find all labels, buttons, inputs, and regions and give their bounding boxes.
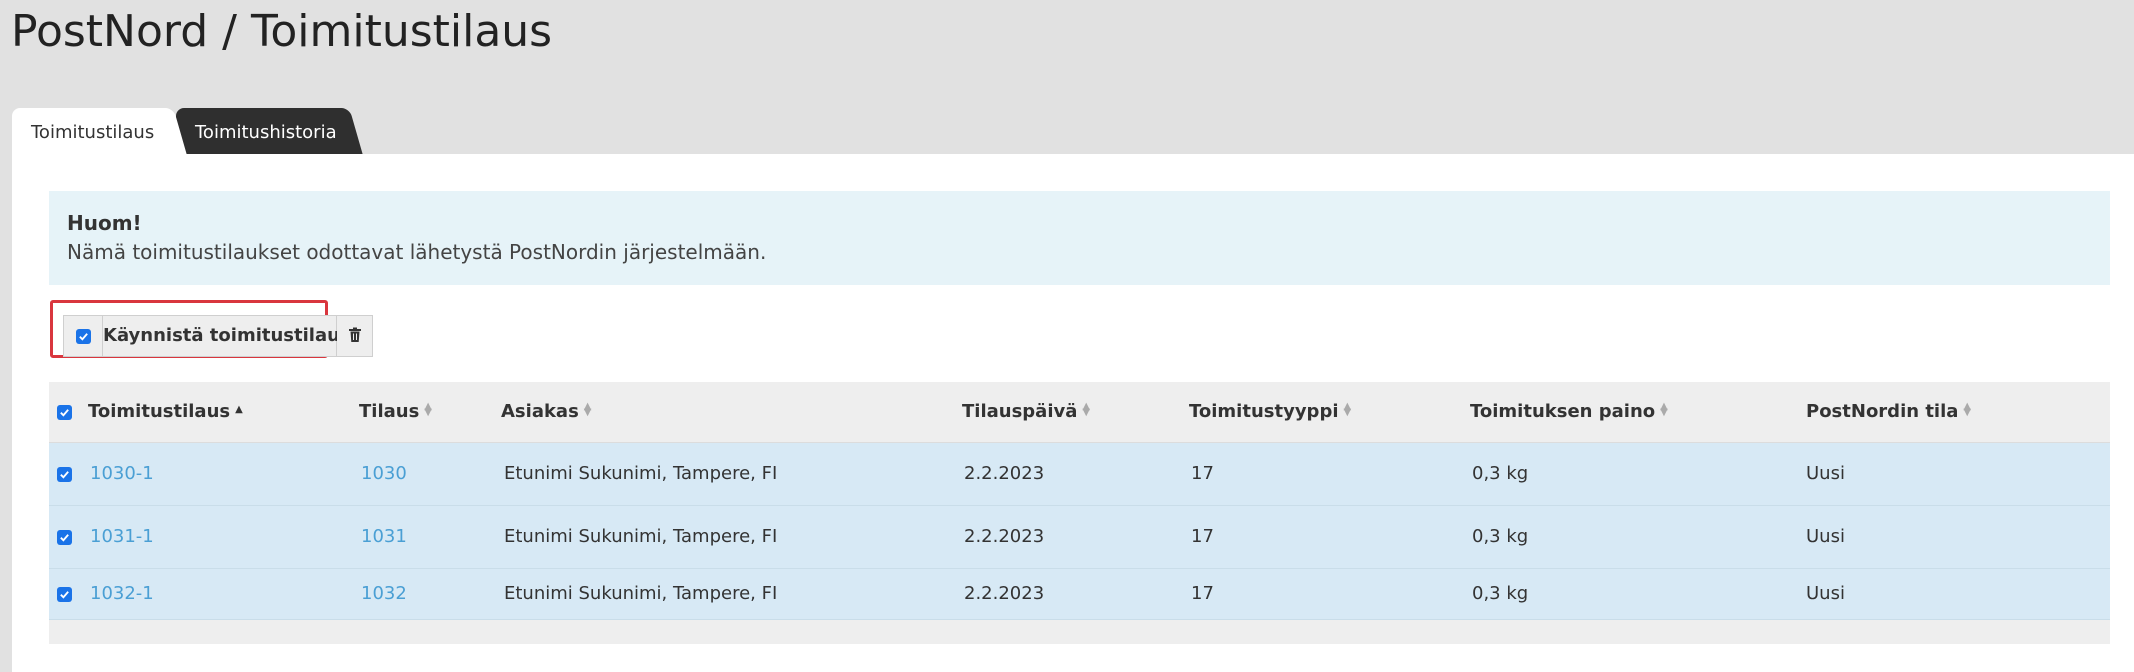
weight-cell: 0,3 kg	[1472, 463, 1529, 484]
table-row[interactable]: 1032-1 1032 Etunimi Sukunimi, Tampere, F…	[49, 569, 2110, 620]
info-notice: Huom! Nämä toimitustilaukset odottavat l…	[49, 191, 2110, 285]
sort-ascending-icon: ▲	[235, 404, 243, 415]
order-date-cell: 2.2.2023	[964, 526, 1045, 547]
table-row[interactable]: 1030-1 1030 Etunimi Sukunimi, Tampere, F…	[49, 443, 2110, 506]
customer-cell: Etunimi Sukunimi, Tampere, FI	[504, 463, 778, 484]
row-checkbox[interactable]	[57, 569, 72, 619]
toolbar-select-all-checkbox[interactable]	[63, 315, 103, 357]
tab-label: Toimitushistoria	[195, 122, 337, 143]
main-panel: Huom! Nämä toimitustilaukset odottavat l…	[12, 154, 2134, 672]
sort-icon: ▲ ▼	[424, 401, 432, 418]
row-checkbox[interactable]	[57, 443, 72, 505]
column-label: Tilauspäivä	[962, 401, 1078, 422]
tab-toimitushistoria[interactable]: Toimitushistoria	[176, 108, 346, 154]
column-label: Toimitustyyppi	[1189, 401, 1339, 422]
column-label: Toimituksen paino	[1470, 401, 1656, 422]
header-select-all-checkbox[interactable]	[57, 382, 72, 442]
tab-toimitustilaus[interactable]: Toimitustilaus	[12, 108, 168, 154]
weight-cell: 0,3 kg	[1472, 583, 1529, 604]
order-date-cell: 2.2.2023	[964, 463, 1045, 484]
delivery-type-cell: 17	[1191, 583, 1214, 604]
order-link[interactable]: 1032	[361, 583, 407, 604]
column-label: PostNordin tila	[1806, 401, 1959, 422]
delivery-orders-table: Toimitustilaus ▲ Tilaus ▲ ▼ Asiakas ▲ ▼ Tilau…	[49, 382, 2110, 644]
delivery-order-link[interactable]: 1030-1	[90, 463, 154, 484]
column-header-toimituksen-paino[interactable]: Toimituksen paino ▲ ▼	[1470, 382, 1668, 442]
sort-icon: ▲ ▼	[1660, 401, 1668, 418]
tab-bar: Toimitushistoria Toimitustilaus	[12, 108, 412, 154]
sort-icon: ▲ ▼	[1343, 401, 1352, 418]
status-cell: Uusi	[1806, 526, 1845, 547]
customer-cell: Etunimi Sukunimi, Tampere, FI	[504, 526, 778, 547]
order-link[interactable]: 1031	[361, 526, 407, 547]
table-header: Toimitustilaus ▲ Tilaus ▲ ▼ Asiakas ▲ ▼ Tilau…	[49, 382, 2110, 443]
trash-icon	[348, 327, 362, 346]
column-header-toimitustilaus[interactable]: Toimitustilaus ▲	[88, 382, 243, 442]
status-cell: Uusi	[1806, 463, 1845, 484]
column-header-tilaus[interactable]: Tilaus ▲ ▼	[359, 382, 432, 442]
table-footer	[49, 620, 2110, 644]
column-header-tilauspaiva[interactable]: Tilauspäivä ▲ ▼	[962, 382, 1090, 442]
delivery-type-cell: 17	[1191, 526, 1214, 547]
sort-icon: ▲ ▼	[1082, 401, 1091, 418]
checkbox-checked-icon	[75, 328, 91, 344]
checkbox-checked-icon	[57, 404, 72, 420]
customer-cell: Etunimi Sukunimi, Tampere, FI	[504, 583, 778, 604]
page-title: PostNord / Toimitustilaus	[11, 6, 553, 57]
delivery-order-link[interactable]: 1032-1	[90, 583, 154, 604]
delivery-order-link[interactable]: 1031-1	[90, 526, 154, 547]
delete-button[interactable]	[337, 315, 373, 357]
order-link[interactable]: 1030	[361, 463, 407, 484]
column-header-toimitustyyppi[interactable]: Toimitustyyppi ▲ ▼	[1189, 382, 1351, 442]
tab-label: Toimitustilaus	[31, 122, 155, 143]
sort-icon: ▲ ▼	[583, 401, 592, 418]
order-date-cell: 2.2.2023	[964, 583, 1045, 604]
delivery-type-cell: 17	[1191, 463, 1214, 484]
column-header-postnordin-tila[interactable]: PostNordin tila ▲ ▼	[1806, 382, 1971, 442]
notice-text: Nämä toimitustilaukset odottavat lähetys…	[67, 240, 767, 264]
column-label: Toimitustilaus	[88, 401, 231, 422]
column-label: Tilaus	[359, 401, 420, 422]
status-cell: Uusi	[1806, 583, 1845, 604]
weight-cell: 0,3 kg	[1472, 526, 1529, 547]
notice-title: Huom!	[67, 211, 142, 235]
checkbox-checked-icon	[57, 529, 72, 545]
column-header-asiakas[interactable]: Asiakas ▲ ▼	[501, 382, 592, 442]
checkbox-checked-icon	[57, 586, 72, 602]
sort-icon: ▲ ▼	[1963, 401, 1972, 418]
checkbox-checked-icon	[57, 466, 72, 482]
start-delivery-order-button[interactable]: Käynnistä toimitustilaus	[103, 315, 351, 357]
column-label: Asiakas	[501, 401, 579, 422]
row-checkbox[interactable]	[57, 506, 72, 568]
table-row[interactable]: 1031-1 1031 Etunimi Sukunimi, Tampere, F…	[49, 506, 2110, 569]
